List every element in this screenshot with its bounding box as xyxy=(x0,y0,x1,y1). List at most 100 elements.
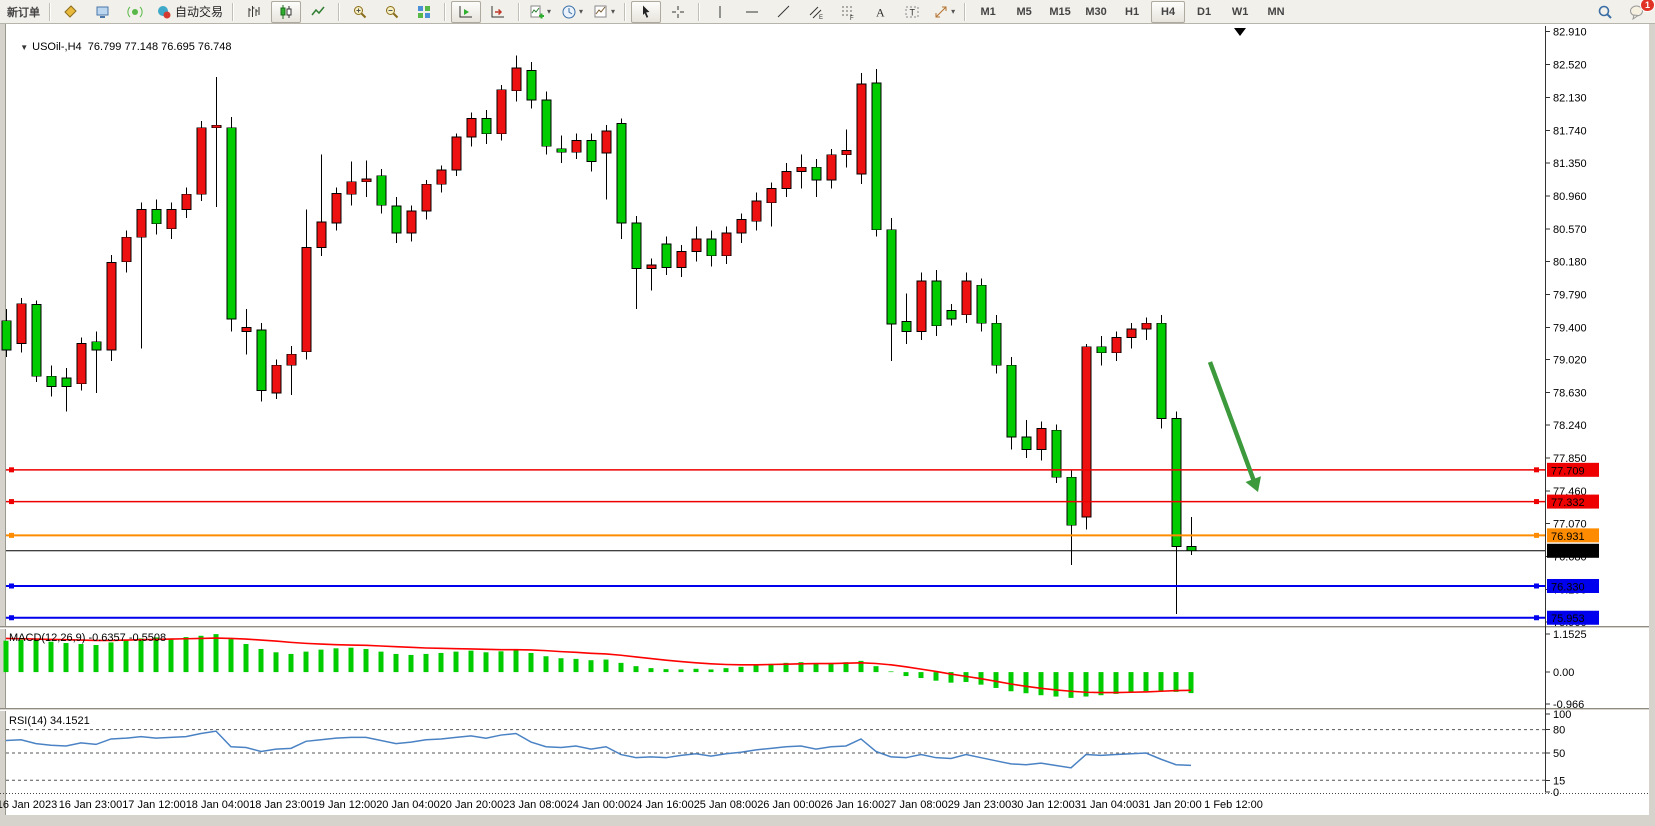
vertical-line-button[interactable] xyxy=(705,1,735,23)
svg-text:24 Jan 00:00: 24 Jan 00:00 xyxy=(567,799,631,811)
candle xyxy=(332,193,341,222)
candle xyxy=(77,343,86,383)
fibonacci-button[interactable]: F xyxy=(833,1,863,23)
timeframe-h1[interactable]: H1 xyxy=(1115,1,1149,23)
auto-scroll-button[interactable] xyxy=(451,1,481,23)
vline-icon xyxy=(712,4,728,20)
autotrading-button-label: 自动交易 xyxy=(175,3,223,20)
line-handle[interactable] xyxy=(1534,533,1539,538)
line-handle[interactable] xyxy=(9,467,14,472)
market-window-button[interactable] xyxy=(88,1,118,23)
svg-text:82.520: 82.520 xyxy=(1553,60,1587,72)
channel-button[interactable]: E xyxy=(801,1,831,23)
tile-windows-button[interactable] xyxy=(409,1,439,23)
candle xyxy=(1112,337,1121,352)
label-button[interactable]: T xyxy=(897,1,927,23)
line-handle[interactable] xyxy=(1534,615,1539,620)
candle xyxy=(632,223,641,268)
candle xyxy=(842,150,851,154)
timeframe-m30[interactable]: M30 xyxy=(1079,1,1113,23)
tag-icon xyxy=(63,4,79,20)
svg-text:23 Jan 08:00: 23 Jan 08:00 xyxy=(503,799,567,811)
candlestick-button[interactable] xyxy=(271,1,301,23)
zoom-out-button[interactable] xyxy=(377,1,407,23)
candle xyxy=(962,281,971,315)
arrows-button[interactable]: ▾ xyxy=(929,1,959,23)
bar-chart-button[interactable] xyxy=(239,1,269,23)
line-handle[interactable] xyxy=(9,615,14,620)
candle xyxy=(32,305,41,377)
search-button[interactable] xyxy=(1590,1,1620,23)
cursor-button[interactable] xyxy=(631,1,661,23)
chevron-down-icon[interactable]: ▾ xyxy=(951,7,955,16)
candle xyxy=(47,376,56,386)
periods-button[interactable]: ▾ xyxy=(557,1,587,23)
candle xyxy=(587,140,596,161)
svg-text:76.330: 76.330 xyxy=(1551,581,1585,593)
timeframe-m1[interactable]: M1 xyxy=(971,1,1005,23)
trendline-button[interactable] xyxy=(769,1,799,23)
timeframe-mn[interactable]: MN xyxy=(1259,1,1293,23)
line-handle[interactable] xyxy=(9,499,14,504)
candle xyxy=(437,170,446,184)
new-order-button[interactable]: 新订单 xyxy=(3,1,44,23)
candle xyxy=(287,354,296,365)
line-handle[interactable] xyxy=(1534,583,1539,588)
candle xyxy=(917,281,926,332)
line-handle[interactable] xyxy=(1534,499,1539,504)
svg-text:79.790: 79.790 xyxy=(1553,290,1587,302)
line-chart-button[interactable] xyxy=(303,1,333,23)
chevron-down-icon[interactable]: ▾ xyxy=(547,7,551,16)
timeframe-m15[interactable]: M15 xyxy=(1043,1,1077,23)
candle xyxy=(677,252,686,268)
timeframe-h4[interactable]: H4 xyxy=(1151,1,1185,23)
candle xyxy=(1187,546,1196,550)
candle xyxy=(722,233,731,256)
candle xyxy=(752,201,761,221)
candle xyxy=(542,100,551,146)
collapse-icon[interactable]: ▼ xyxy=(20,43,28,52)
autotrading-button[interactable]: 自动交易 xyxy=(152,1,227,23)
candle xyxy=(662,244,671,268)
candle xyxy=(482,118,491,133)
signals-button[interactable] xyxy=(120,1,150,23)
linechart-icon xyxy=(310,4,326,20)
candle xyxy=(512,68,521,91)
timeframe-m5[interactable]: M5 xyxy=(1007,1,1041,23)
candle xyxy=(92,342,101,350)
candle xyxy=(152,209,161,223)
candle xyxy=(1022,437,1031,450)
candle xyxy=(1157,323,1166,418)
candle xyxy=(317,222,326,247)
svg-text:F: F xyxy=(850,16,854,20)
candle xyxy=(1082,347,1091,517)
chevron-down-icon[interactable]: ▾ xyxy=(579,7,583,16)
cursor-icon xyxy=(638,4,654,20)
timeframe-d1[interactable]: D1 xyxy=(1187,1,1221,23)
text-button[interactable]: A xyxy=(865,1,895,23)
timeframe-w1[interactable]: W1 xyxy=(1223,1,1257,23)
line-handle[interactable] xyxy=(9,583,14,588)
candle xyxy=(227,128,236,319)
svg-text:77.332: 77.332 xyxy=(1551,497,1585,509)
horizontal-line-button[interactable] xyxy=(737,1,767,23)
templates-button[interactable]: ▾ xyxy=(589,1,619,23)
candle xyxy=(167,209,176,228)
svg-text:100: 100 xyxy=(1553,709,1571,721)
crosshair-button[interactable] xyxy=(663,1,693,23)
svg-text:1 Feb 12:00: 1 Feb 12:00 xyxy=(1204,799,1263,811)
order-tag-button[interactable] xyxy=(56,1,86,23)
indicators-button[interactable]: ▾ xyxy=(525,1,555,23)
chart-shift-button[interactable] xyxy=(483,1,513,23)
line-handle[interactable] xyxy=(9,533,14,538)
candle xyxy=(947,311,956,319)
candle xyxy=(2,321,11,350)
candle xyxy=(602,131,611,153)
candle xyxy=(1127,329,1136,337)
notifications-button[interactable]: 1 xyxy=(1622,1,1652,23)
line-handle[interactable] xyxy=(1534,467,1539,472)
toolbar-separator xyxy=(338,3,340,21)
chevron-down-icon[interactable]: ▾ xyxy=(611,7,615,16)
chart-canvas[interactable]: 82.91082.52082.13081.74081.35080.96080.5… xyxy=(0,24,1655,826)
zoom-in-button[interactable] xyxy=(345,1,375,23)
